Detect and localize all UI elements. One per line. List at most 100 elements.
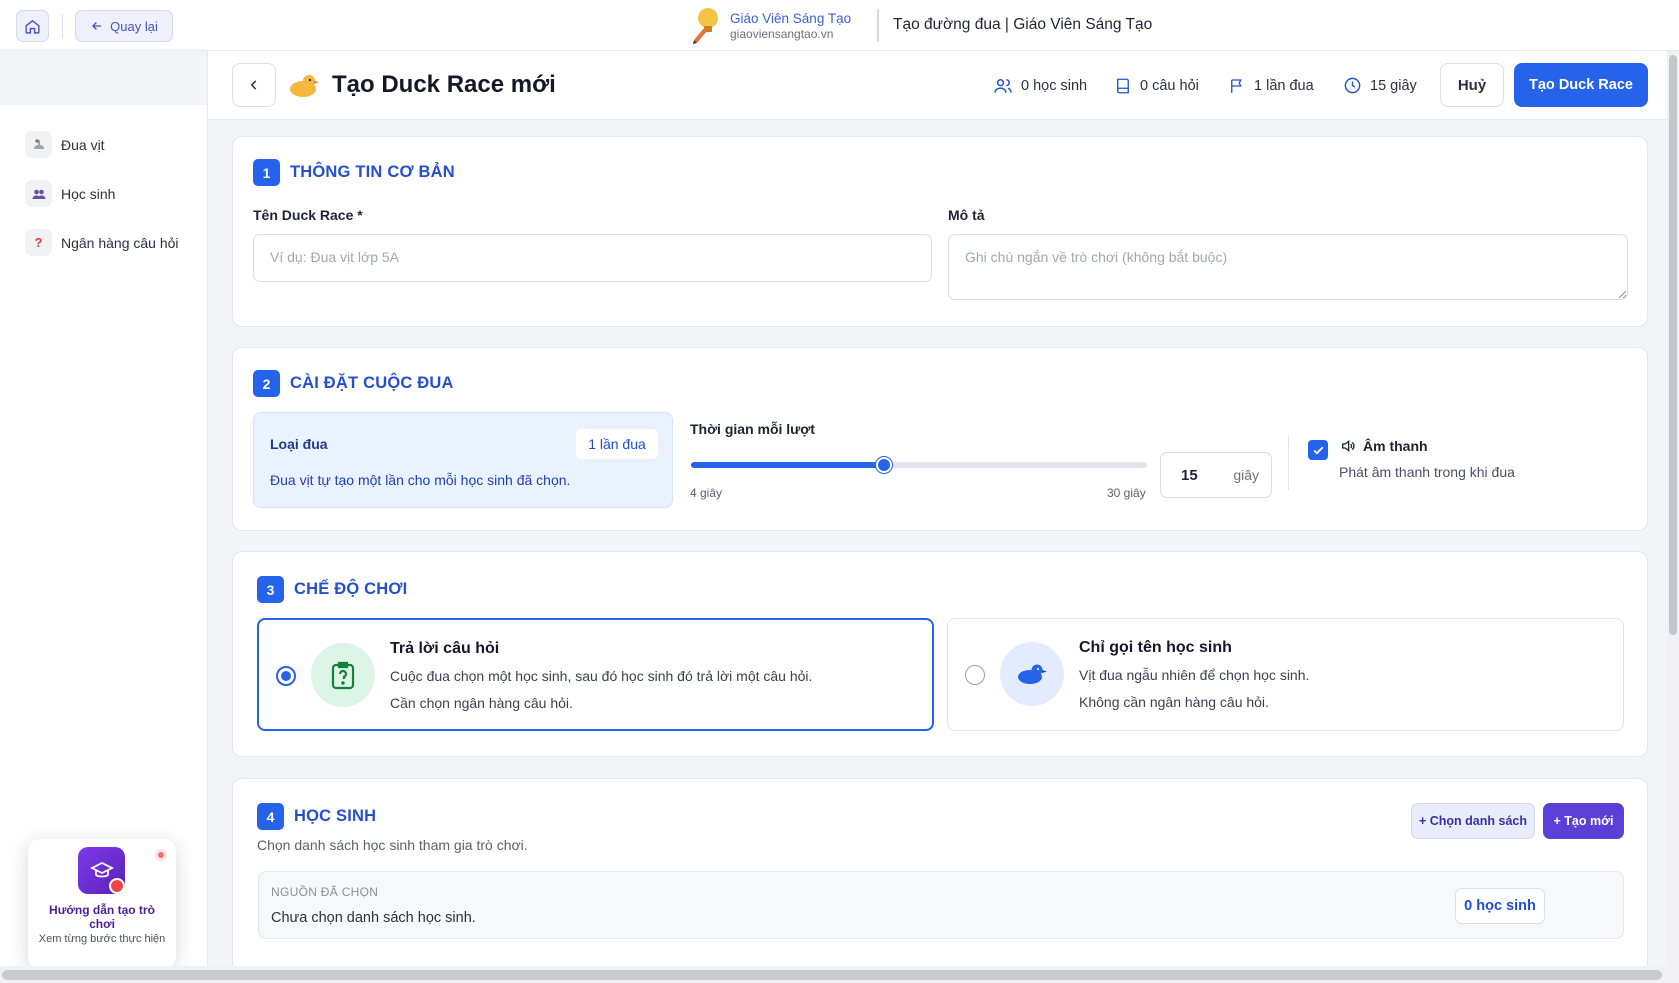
time-value: 15 [1181,466,1198,484]
race-type-box: Loại đua 1 lần đua Đua vịt tự tạo một lầ… [253,412,673,508]
section-race-settings: 2 CÀI ĐẶT CUỘC ĐUA Loại đua 1 lần đua Đu… [232,347,1648,531]
sidebar-item-question-bank[interactable]: ? Ngân hàng câu hỏi [25,229,179,256]
scrollbar-thumb[interactable] [2,970,1662,980]
stat-students: 0 học sinh [993,76,1087,96]
section-title: CÀI ĐẶT CUỘC ĐUA [290,374,454,392]
brand-url: giaoviensangtao.vn [730,26,834,41]
mode-call-student-name[interactable]: Chỉ gọi tên học sinh Vịt đua ngẫu nhiên … [947,618,1624,731]
sidebar-item-label: Đua vịt [61,136,105,153]
brand-name: Giáo Viên Sáng Tạo [730,10,852,26]
mode-requirement: Cần chọn ngân hàng câu hỏi. [390,695,573,711]
sound-description: Phát âm thanh trong khi đua [1339,464,1515,480]
stat-questions-value: 0 câu hỏi [1140,78,1199,94]
lightbulb-pencil-icon [693,8,718,44]
vertical-scrollbar[interactable] [1667,51,1679,983]
section-number: 3 [257,576,284,603]
section-number: 1 [253,159,280,186]
race-type-badge[interactable]: 1 lần đua [576,429,658,459]
stat-races-value: 1 lần đua [1254,78,1314,94]
page-title: Tạo Duck Race mới [332,71,556,98]
sound-label: Âm thanh [1363,438,1428,454]
mode-answer-questions[interactable]: Trả lời câu hỏi Cuộc đua chọn một học si… [257,618,934,731]
description-label: Mô tả [948,207,985,223]
slider-max-label: 30 giây [1107,486,1146,500]
play-icon [109,878,125,894]
flag-icon [1231,79,1242,93]
race-type-description: Đua vịt tự tạo một lần cho mỗi học sinh … [270,472,571,488]
description-textarea[interactable]: Ghi chú ngắn về trò chơi (không bắt buộc… [948,234,1628,300]
back-button[interactable]: Quay lại [75,10,173,42]
section-game-mode: 3 CHẾ ĐỘ CHƠI Trả lời câu hỏi Cuộc đua c… [232,551,1648,757]
section-title: THÔNG TIN CƠ BẢN [290,163,455,181]
question-icon: ? [25,229,52,256]
duck-icon [25,131,52,158]
section-header: 1 THÔNG TIN CƠ BẢN [253,159,455,186]
mode-requirement: Không cần ngân hàng câu hỏi. [1079,694,1269,710]
slider-min-label: 4 giây [690,486,723,500]
create-new-button[interactable]: + Tạo mới [1543,803,1624,839]
mode-description: Cuộc đua chọn một học sinh, sau đó học s… [390,668,813,684]
top-bar: Quay lại Giáo Viên Sáng Tạo giaoviensang… [0,0,1679,51]
header-back-button[interactable] [232,63,276,107]
section-subtitle: Chọn danh sách học sinh tham gia trò chơ… [257,837,528,853]
stat-races: 1 lần đua [1228,76,1314,96]
sidebar-item-label: Ngân hàng câu hỏi [61,234,179,251]
section-header: 3 CHẾ ĐỘ CHƠI [257,576,407,603]
sidebar-header [0,51,207,105]
sidebar-item-students[interactable]: Học sinh [25,180,115,207]
section-title: HỌC SINH [294,807,377,825]
time-number-input[interactable]: 15 giây [1160,452,1272,498]
home-button[interactable] [16,10,49,42]
section-basic-info: 1 THÔNG TIN CƠ BẢN Tên Duck Race * Ví dụ… [232,136,1648,327]
section-header: 4 HỌC SINH [257,803,376,830]
source-caption: NGUỒN ĐÃ CHỌN [271,885,379,899]
divider [62,14,63,38]
slider-fill [691,462,884,468]
section-number: 2 [253,370,280,397]
scrollbar-thumb[interactable] [1669,55,1677,635]
mode-description: Vịt đua ngẫu nhiên để chọn học sinh. [1079,667,1310,683]
section-header: 2 CÀI ĐẶT CUỘC ĐUA [253,370,454,397]
stat-time-value: 15 giây [1370,77,1417,94]
book-icon [1117,78,1129,94]
time-per-turn-label: Thời gian mỗi lượt [690,421,815,437]
race-type-label: Loại đua [270,436,328,452]
arrow-left-icon [92,22,102,30]
choose-list-button[interactable]: + Chọn danh sách [1411,803,1535,839]
duck-icon [1000,642,1064,706]
speaker-icon [1342,439,1355,453]
guide-card[interactable]: Hướng dẫn tạo trò chơi Xem từng bước thự… [28,839,176,969]
question-badge-icon [311,643,375,707]
mode-title: Trả lời câu hỏi [390,640,500,657]
source-text: Chưa chọn danh sách học sinh. [271,910,476,926]
brand-logo[interactable]: Giáo Viên Sáng Tạo giaoviensangtao.vn [690,6,851,44]
check-icon [1312,446,1324,455]
section-number: 4 [257,803,284,830]
name-input[interactable]: Ví dụ: Đua vịt lớp 5A [253,234,932,282]
stat-time: 15 giây [1343,76,1417,95]
sidebar-item-label: Học sinh [61,185,116,202]
clock-icon [1344,77,1361,94]
cancel-button[interactable]: Huỷ [1440,63,1504,107]
time-slider[interactable] [691,457,1147,473]
slider-thumb[interactable] [875,457,892,473]
back-label: Quay lại [110,18,158,34]
create-duck-race-button[interactable]: Tạo Duck Race [1514,63,1648,107]
stat-students-value: 0 học sinh [1021,78,1088,94]
page-heading: Tạo đường đua | Giáo Viên Sáng Tạo [893,16,1153,33]
graduation-cap-icon [78,847,125,894]
mode-radio[interactable] [965,665,985,685]
time-unit: giây [1233,467,1259,483]
sidebar-item-duck-race[interactable]: Đua vịt [25,131,105,158]
chevron-left-icon [250,80,257,90]
stat-questions: 0 câu hỏi [1114,76,1199,96]
resize-handle-icon[interactable] [1618,290,1627,299]
source-count-badge: 0 học sinh [1455,888,1545,924]
name-label: Tên Duck Race * [253,207,363,223]
mode-radio[interactable] [276,666,296,686]
horizontal-scrollbar[interactable] [0,966,1667,983]
selected-source-box: NGUỒN ĐÃ CHỌN Chưa chọn danh sách học si… [258,871,1624,939]
guide-subtitle: Xem từng bước thực hiện [38,933,166,945]
divider [1288,436,1289,490]
sound-checkbox[interactable] [1308,440,1328,460]
